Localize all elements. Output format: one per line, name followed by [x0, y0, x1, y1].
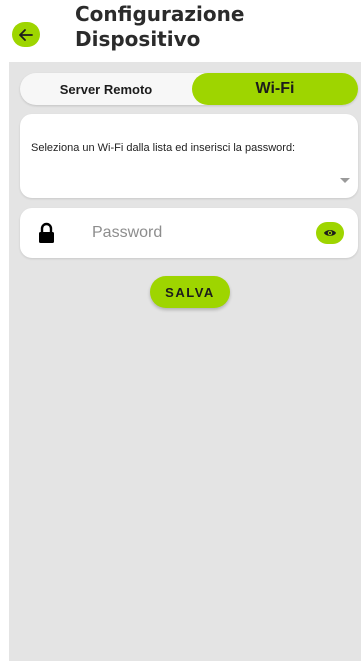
device-config-screen: Configurazione Dispositivo Server Remoto…	[0, 0, 361, 661]
back-button[interactable]	[12, 22, 40, 47]
page-title-line1: Configurazione	[75, 2, 245, 26]
save-button[interactable]: SALVA	[150, 276, 230, 308]
password-input[interactable]	[92, 220, 292, 246]
main-content: Server Remoto Wi-Fi Seleziona un Wi-Fi d…	[9, 62, 361, 661]
dropdown-arrow-icon	[340, 178, 350, 183]
page-title-line2: Dispositivo	[75, 27, 201, 51]
eye-icon	[324, 230, 336, 236]
show-password-button[interactable]	[316, 222, 344, 244]
tab-wifi[interactable]: Wi-Fi	[192, 73, 358, 105]
arrow-left-icon	[19, 28, 33, 41]
wifi-select-dropdown[interactable]: Seleziona un Wi-Fi dalla lista ed inseri…	[20, 114, 358, 198]
password-field-card	[20, 208, 358, 258]
tab-server-remoto[interactable]: Server Remoto	[20, 73, 192, 105]
connection-mode-toggle: Server Remoto Wi-Fi	[20, 73, 358, 105]
wifi-select-label: Seleziona un Wi-Fi dalla lista ed inseri…	[31, 142, 296, 154]
lock-icon	[39, 222, 54, 243]
page-title: Configurazione Dispositivo	[75, 2, 335, 52]
app-header: Configurazione Dispositivo	[0, 0, 361, 62]
